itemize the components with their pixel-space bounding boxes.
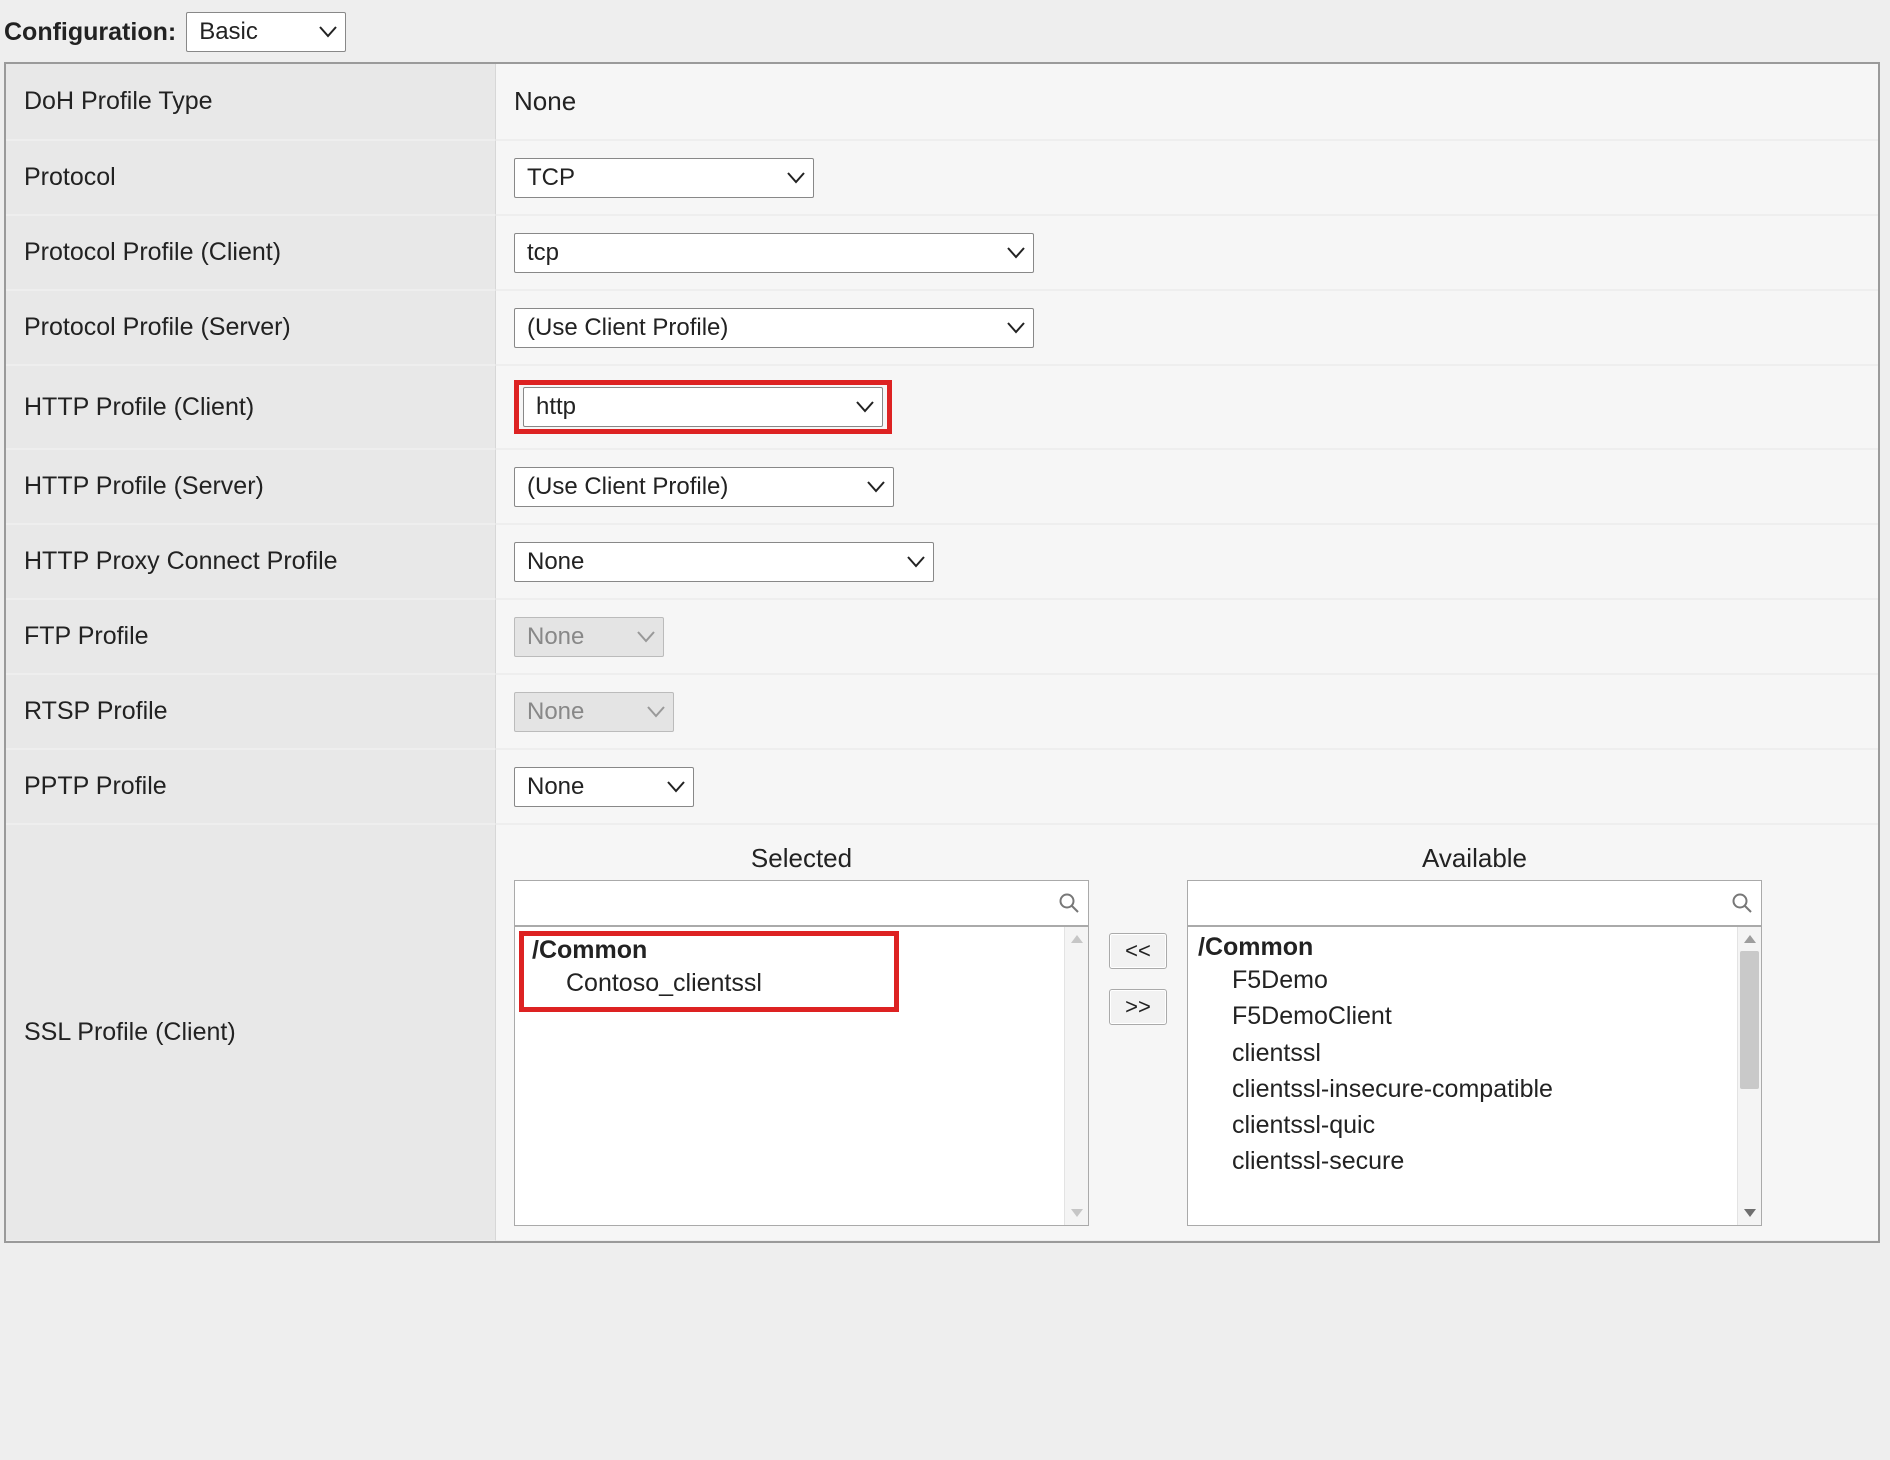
selected-list-item[interactable]: Contoso_clientssl <box>526 965 882 1001</box>
highlight-box-selected-item: /Common Contoso_clientssl <box>519 931 899 1012</box>
move-left-button[interactable]: << <box>1109 933 1167 969</box>
protocol-select-value: TCP <box>527 166 575 190</box>
protocol-select[interactable]: TCP <box>514 158 814 198</box>
chevron-down-icon <box>867 481 885 493</box>
table-row: PPTP Profile None <box>6 749 1878 824</box>
search-icon <box>1050 892 1088 914</box>
move-buttons: << >> <box>1109 933 1167 1025</box>
chevron-down-icon <box>319 26 337 38</box>
row-label-ssl-profile-client: SSL Profile (Client) <box>6 824 496 1241</box>
selected-header: Selected <box>751 843 852 874</box>
http-profile-server-select[interactable]: (Use Client Profile) <box>514 467 894 507</box>
table-row: HTTP Profile (Server) (Use Client Profil… <box>6 449 1878 524</box>
http-proxy-connect-select[interactable]: None <box>514 542 934 582</box>
configuration-select-value: Basic <box>199 20 258 44</box>
row-label-protocol: Protocol <box>6 140 496 215</box>
http-proxy-connect-select-value: None <box>527 550 584 574</box>
row-label-http-proxy-connect: HTTP Proxy Connect Profile <box>6 524 496 599</box>
row-label-doh-profile-type: DoH Profile Type <box>6 64 496 140</box>
row-label-rtsp-profile: RTSP Profile <box>6 674 496 749</box>
available-list-item[interactable]: clientssl-quic <box>1192 1107 1733 1143</box>
available-search-wrap <box>1187 880 1762 926</box>
table-row: Protocol Profile (Server) (Use Client Pr… <box>6 290 1878 365</box>
chevron-down-icon <box>1007 247 1025 259</box>
scroll-up-icon[interactable] <box>1065 927 1089 951</box>
available-list-item[interactable]: clientssl-secure <box>1192 1143 1733 1179</box>
rtsp-profile-select: None <box>514 692 674 732</box>
move-right-button[interactable]: >> <box>1109 989 1167 1025</box>
available-list-item[interactable]: clientssl <box>1192 1035 1733 1071</box>
protocol-profile-client-select-value: tcp <box>527 241 559 265</box>
http-profile-client-select-value: http <box>536 395 576 419</box>
available-list-item[interactable]: F5DemoClient <box>1192 998 1733 1034</box>
row-label-ftp-profile: FTP Profile <box>6 599 496 674</box>
table-row: SSL Profile (Client) Selected <box>6 824 1878 1241</box>
configuration-select[interactable]: Basic <box>186 12 346 52</box>
pptp-profile-select[interactable]: None <box>514 767 694 807</box>
available-search-input[interactable] <box>1188 881 1723 925</box>
ftp-profile-select-value: None <box>527 625 584 649</box>
table-row: RTSP Profile None <box>6 674 1878 749</box>
table-row: Protocol Profile (Client) tcp <box>6 215 1878 290</box>
chevron-down-icon <box>856 401 874 413</box>
http-profile-server-select-value: (Use Client Profile) <box>527 475 728 499</box>
selected-search-wrap <box>514 880 1089 926</box>
scroll-up-icon[interactable] <box>1738 927 1762 951</box>
selected-listbox[interactable]: /Common Contoso_clientssl <box>514 926 1089 1226</box>
chevron-down-icon <box>637 631 655 643</box>
table-row: DoH Profile Type None <box>6 64 1878 140</box>
protocol-profile-client-select[interactable]: tcp <box>514 233 1034 273</box>
row-label-protocol-profile-server: Protocol Profile (Server) <box>6 290 496 365</box>
ftp-profile-select: None <box>514 617 664 657</box>
http-profile-client-select[interactable]: http <box>523 387 883 427</box>
row-label-protocol-profile-client: Protocol Profile (Client) <box>6 215 496 290</box>
configuration-label: Configuration: <box>4 18 176 47</box>
row-label-http-profile-server: HTTP Profile (Server) <box>6 449 496 524</box>
scroll-down-icon[interactable] <box>1738 1201 1762 1225</box>
available-list-item[interactable]: F5Demo <box>1192 962 1733 998</box>
available-header: Available <box>1422 843 1527 874</box>
chevron-down-icon <box>907 556 925 568</box>
rtsp-profile-select-value: None <box>527 700 584 724</box>
table-row: FTP Profile None <box>6 599 1878 674</box>
ssl-profile-client-duallist: Selected /Common Contoso_client <box>514 839 1860 1226</box>
row-label-http-profile-client: HTTP Profile (Client) <box>6 365 496 449</box>
table-row: Protocol TCP <box>6 140 1878 215</box>
selected-search-input[interactable] <box>515 881 1050 925</box>
chevron-down-icon <box>647 706 665 718</box>
protocol-profile-server-select-value: (Use Client Profile) <box>527 316 728 340</box>
search-icon <box>1723 892 1761 914</box>
chevron-down-icon <box>787 172 805 184</box>
available-listbox[interactable]: /Common F5Demo F5DemoClient clientssl cl… <box>1187 926 1762 1226</box>
selected-column: Selected /Common Contoso_client <box>514 843 1089 1226</box>
row-value-doh-profile-type: None <box>496 64 1878 140</box>
protocol-profile-server-select[interactable]: (Use Client Profile) <box>514 308 1034 348</box>
available-column: Available /Common F5Demo F5DemoClien <box>1187 843 1762 1226</box>
scroll-down-icon[interactable] <box>1065 1201 1089 1225</box>
available-group-label: /Common <box>1192 933 1733 962</box>
available-list-item[interactable]: clientssl-insecure-compatible <box>1192 1071 1733 1107</box>
chevron-down-icon <box>667 781 685 793</box>
pptp-profile-select-value: None <box>527 775 584 799</box>
selected-scrollbar[interactable] <box>1064 927 1088 1225</box>
available-scrollbar[interactable] <box>1737 927 1761 1225</box>
configuration-header: Configuration: Basic <box>4 12 1880 52</box>
configuration-table: DoH Profile Type None Protocol TCP Proto… <box>4 62 1880 1243</box>
table-row: HTTP Profile (Client) http <box>6 365 1878 449</box>
selected-group-label: /Common <box>526 936 882 965</box>
table-row: HTTP Proxy Connect Profile None <box>6 524 1878 599</box>
row-label-pptp-profile: PPTP Profile <box>6 749 496 824</box>
chevron-down-icon <box>1007 322 1025 334</box>
highlight-box-http-profile-client: http <box>514 380 892 434</box>
